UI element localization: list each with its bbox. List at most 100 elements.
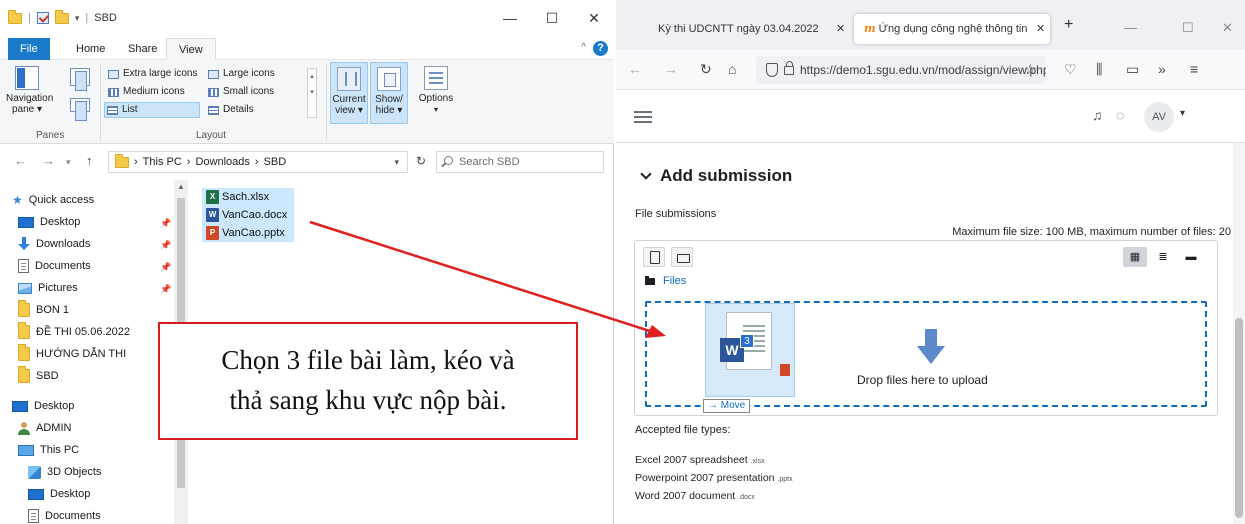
- show-hide-button[interactable]: Show/ hide ▾: [370, 62, 408, 124]
- minimize-button[interactable]: —: [1124, 20, 1137, 35]
- breadcrumb-this-pc[interactable]: This PC: [143, 156, 182, 168]
- nav-documents[interactable]: Documents: [18, 256, 91, 276]
- forward-icon[interactable]: →: [664, 61, 678, 77]
- nav-3d-objects[interactable]: 3D Objects: [28, 462, 101, 482]
- tab-moodle-course[interactable]: m Ứng dụng công nghệ thông tin ✕: [854, 14, 1050, 44]
- address-dropdown-icon[interactable]: ▾: [394, 157, 399, 168]
- nav-folder-de-thi[interactable]: ĐỀ THI 05.06.2022: [18, 322, 130, 342]
- up-icon[interactable]: ↑: [86, 153, 93, 168]
- navigation-pane-button[interactable]: Navigation pane ▾: [6, 66, 53, 115]
- reload-icon[interactable]: ↻: [700, 61, 712, 78]
- properties-icon[interactable]: [36, 12, 49, 24]
- library-icon[interactable]: ⫼: [1096, 61, 1102, 78]
- hamburger-menu-icon[interactable]: [634, 111, 652, 113]
- close-button[interactable]: ✕: [1222, 20, 1233, 36]
- layout-small-icons[interactable]: Small icons: [206, 84, 274, 100]
- nav-folder-sbd[interactable]: SBD: [18, 366, 59, 386]
- home-icon[interactable]: ⌂: [728, 61, 736, 77]
- tab-close-icon[interactable]: ✕: [1032, 14, 1046, 44]
- nav-pictures[interactable]: Pictures: [18, 278, 78, 298]
- layout-details[interactable]: Details: [206, 102, 254, 118]
- notification-bell-icon[interactable]: ♫: [1092, 107, 1103, 123]
- messages-icon[interactable]: ◌: [1116, 107, 1124, 123]
- search-input[interactable]: Search SBD: [436, 151, 604, 173]
- pocket-icon[interactable]: ♡: [1064, 61, 1077, 78]
- refresh-icon[interactable]: ↻: [416, 154, 426, 168]
- user-menu-caret-icon[interactable]: ▾: [1180, 108, 1185, 119]
- desktop-icon: [12, 400, 28, 412]
- layout-large-icons[interactable]: Large icons: [206, 66, 275, 82]
- sidebar-icon[interactable]: ▭: [1126, 61, 1139, 78]
- file-manager: ▦ ≣ ▬ Files W 3 → Move Drop files here t…: [634, 240, 1218, 416]
- section-header-add-submission[interactable]: Add submission: [640, 166, 792, 186]
- tab-close-icon[interactable]: ✕: [836, 14, 845, 44]
- document-icon: [18, 259, 29, 273]
- layout-scroll[interactable]: ▴ ▾: [307, 68, 317, 118]
- options-button[interactable]: Options ▾: [414, 66, 458, 115]
- lock-icon[interactable]: [784, 61, 794, 75]
- options-icon: [424, 66, 448, 90]
- view-icons-button[interactable]: ▦: [1123, 247, 1147, 267]
- back-icon[interactable]: ←: [14, 153, 27, 168]
- breadcrumb-sbd[interactable]: SBD: [264, 156, 287, 168]
- qat-dropdown-icon[interactable]: ▾: [75, 13, 80, 24]
- window-title: SBD: [94, 12, 117, 24]
- current-view-button[interactable]: Current view ▾: [330, 62, 368, 124]
- address-box[interactable]: › This PC › Downloads › SBD ▾: [108, 151, 408, 173]
- menu-icon[interactable]: ≡: [1190, 61, 1198, 77]
- help-icon[interactable]: ?: [593, 41, 608, 56]
- layout-extra-large-icons[interactable]: Extra large icons: [106, 66, 197, 82]
- drop-zone[interactable]: W 3 → Move Drop files here to upload: [645, 301, 1207, 413]
- nav-this-pc[interactable]: This PC: [18, 440, 79, 460]
- new-folder-icon[interactable]: [54, 9, 69, 24]
- nav-folder-bon1[interactable]: BON 1: [18, 300, 69, 320]
- collapse-ribbon-icon[interactable]: ^: [581, 42, 586, 53]
- nav-quick-access[interactable]: ★ Quick access: [12, 190, 94, 210]
- back-icon[interactable]: ←: [628, 61, 642, 77]
- layout-medium-icons[interactable]: Medium icons: [106, 84, 185, 100]
- large-icons-icon: [208, 69, 219, 79]
- maximize-button[interactable]: ☐: [1182, 20, 1194, 36]
- tab-share[interactable]: Share: [116, 38, 169, 60]
- minimize-button[interactable]: —: [500, 10, 520, 26]
- file-item-sach-xlsx[interactable]: X Sach.xlsx: [202, 188, 294, 206]
- create-folder-button[interactable]: [671, 247, 693, 267]
- recent-dropdown-icon[interactable]: ▾: [66, 157, 71, 168]
- files-link[interactable]: Files: [663, 275, 686, 287]
- preview-pane-button[interactable]: [66, 68, 94, 91]
- close-button[interactable]: ✕: [584, 10, 604, 27]
- overflow-icon[interactable]: »: [1158, 61, 1166, 77]
- nav-desktop-root[interactable]: Desktop: [12, 396, 74, 416]
- tab-exam-schedule[interactable]: Kỳ thi UDCNTT ngày 03.04.2022 ✕: [642, 14, 854, 44]
- url-bar[interactable]: https://demo1.sgu.edu.vn/mod/assign/view…: [756, 56, 1046, 84]
- details-pane-button[interactable]: [66, 98, 94, 121]
- breadcrumb-downloads[interactable]: Downloads: [195, 156, 249, 168]
- forward-icon[interactable]: →: [42, 153, 55, 168]
- user-avatar[interactable]: AV: [1144, 102, 1174, 132]
- file-item-vancao-docx[interactable]: W VanCao.docx: [202, 206, 294, 224]
- nav-admin[interactable]: ADMIN: [18, 418, 71, 438]
- nav-desktop[interactable]: Desktop: [18, 212, 80, 232]
- file-item-vancao-pptx[interactable]: P VanCao.pptx: [202, 224, 294, 242]
- nav-folder-huong-dan-thi[interactable]: HƯỚNG DẪN THI: [18, 344, 126, 364]
- tracking-shield-icon[interactable]: [766, 63, 778, 77]
- page-scrollbar[interactable]: [1233, 143, 1245, 524]
- tab-home[interactable]: Home: [64, 38, 117, 60]
- layout-list[interactable]: List: [104, 102, 200, 118]
- add-file-button[interactable]: [643, 247, 665, 267]
- view-list-button[interactable]: ≣: [1151, 247, 1175, 267]
- tab-view[interactable]: View: [166, 38, 216, 60]
- scroll-up-icon[interactable]: ▲: [177, 182, 185, 191]
- file-explorer-window: | ▾ | SBD — ☐ ✕ File Home Share View ^ ?…: [0, 0, 614, 524]
- tab-file[interactable]: File: [8, 38, 50, 60]
- medium-icons-icon: [108, 87, 119, 97]
- nav-pc-desktop[interactable]: Desktop: [28, 484, 90, 504]
- nav-downloads[interactable]: Downloads: [18, 234, 90, 254]
- moodle-header: ♫ ◌ AV ▾: [616, 91, 1245, 143]
- bookmark-star-icon[interactable]: ☆: [1024, 61, 1037, 78]
- page-scroll-thumb[interactable]: [1235, 318, 1243, 518]
- nav-pc-documents[interactable]: Documents: [28, 506, 101, 524]
- new-tab-button[interactable]: +: [1064, 16, 1073, 34]
- maximize-button[interactable]: ☐: [542, 10, 562, 27]
- view-tree-button[interactable]: ▬: [1179, 247, 1203, 267]
